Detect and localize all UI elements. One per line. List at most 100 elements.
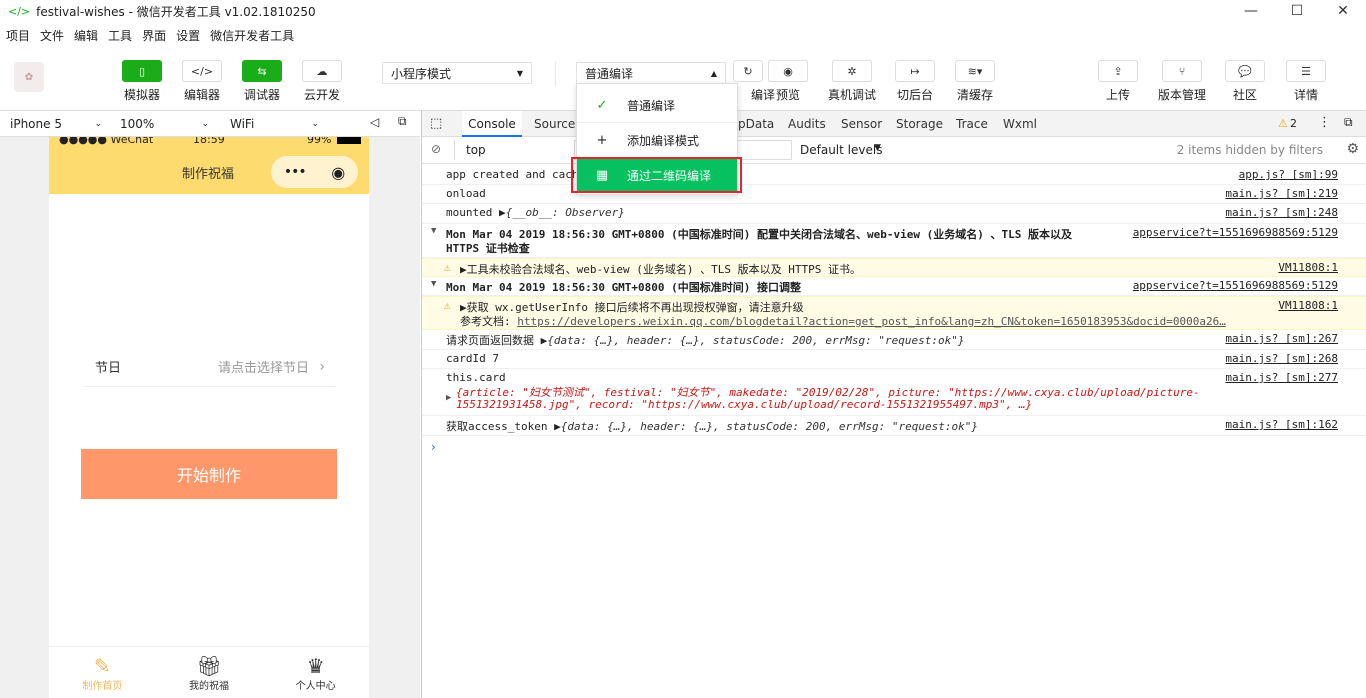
kebab-menu-icon[interactable]: ⋮ bbox=[1318, 115, 1331, 130]
battery-text: 99% bbox=[307, 137, 332, 146]
cloud-button[interactable]: ☁ 云开发 bbox=[292, 60, 352, 103]
community-button[interactable]: 💬 社区 bbox=[1215, 60, 1275, 103]
warning-count: 2 bbox=[1290, 117, 1297, 130]
menu-project[interactable]: 项目 bbox=[6, 27, 30, 44]
minimize-icon[interactable]: — bbox=[1228, 0, 1274, 22]
phone-icon: ▯ bbox=[122, 60, 162, 82]
expand-triangle-icon[interactable]: ▶ bbox=[446, 393, 451, 403]
maximize-icon[interactable]: ☐ bbox=[1274, 0, 1320, 22]
version-button[interactable]: ⑂ 版本管理 bbox=[1152, 60, 1212, 103]
debugger-button[interactable]: ⇆ 调试器 bbox=[232, 60, 292, 103]
battery-icon bbox=[337, 137, 361, 144]
console-prompt-icon[interactable]: › bbox=[431, 440, 436, 454]
device-bar: iPhone 5 ⌄ 100% ⌄ WiFi ⌄ ◁ ⧉ bbox=[0, 110, 420, 137]
festival-placeholder: 请点击选择节日 bbox=[217, 361, 309, 376]
console-row: 请求页面返回数据 ▶{data: {…}, header: {…}, statu… bbox=[422, 330, 1366, 350]
console-group-row[interactable]: ▼ Mon Mar 04 2019 18:56:30 GMT+0800 (中国标… bbox=[422, 277, 1366, 296]
levels-select[interactable]: Default levels bbox=[800, 143, 882, 157]
more-icon[interactable]: ••• bbox=[284, 164, 307, 180]
editor-button[interactable]: </> 编辑器 bbox=[172, 60, 232, 103]
chat-icon: 💬 bbox=[1225, 60, 1265, 82]
plus-icon: + bbox=[596, 132, 608, 148]
window-title: festival-wishes - 微信开发者工具 v1.02.1810250 bbox=[36, 4, 316, 19]
tab-storage[interactable]: Storage bbox=[896, 111, 943, 137]
chevron-down-icon: ⌄ bbox=[311, 119, 319, 129]
devtools-panel: ⬚ Console Sources pData Audits Sensor St… bbox=[421, 110, 1366, 698]
tab-console[interactable]: Console bbox=[462, 111, 522, 137]
inspect-icon[interactable]: ⬚ bbox=[430, 116, 442, 131]
details-button[interactable]: ☰ 详情 bbox=[1276, 60, 1336, 103]
console-row: cardId 7 main.js? [sm]:268 bbox=[422, 350, 1366, 369]
background-button[interactable]: ↦ 切后台 bbox=[885, 60, 945, 103]
mode-select[interactable]: 小程序模式 ▼ bbox=[382, 62, 532, 84]
warning-icon: ⚠ bbox=[444, 261, 451, 274]
zoom-select[interactable]: 100% ⌄ bbox=[110, 114, 215, 134]
tab-appdata[interactable]: pData bbox=[738, 111, 774, 137]
edit-icon: ✎ bbox=[93, 654, 111, 678]
warning-icon[interactable]: ⚠ bbox=[1278, 117, 1288, 130]
tab-my-wishes[interactable]: 🎁︎ 我的祝福 bbox=[156, 647, 263, 698]
expand-triangle-icon[interactable]: ▼ bbox=[431, 279, 436, 289]
menu-bar: 项目 文件 编辑 工具 界面 设置 微信开发者工具 bbox=[0, 24, 304, 46]
docs-link[interactable]: https://developers.weixin.qq.com/blogdet… bbox=[517, 315, 1226, 328]
console-group-row[interactable]: ▼ Mon Mar 04 2019 18:56:30 GMT+0800 (中国标… bbox=[422, 224, 1366, 258]
tab-profile[interactable]: ♛ 个人中心 bbox=[262, 647, 369, 698]
close-icon[interactable]: ✕ bbox=[1320, 0, 1366, 22]
layers-icon: ≋▾ bbox=[955, 60, 995, 82]
tab-audits[interactable]: Audits bbox=[788, 111, 826, 137]
preview-button[interactable]: ◉ 预览 bbox=[758, 60, 818, 103]
menu-settings[interactable]: 设置 bbox=[176, 27, 200, 44]
phone-screen: ●●●●● WeChat 18:59 99% 制作祝福 ••• ◉ 节日 请点击… bbox=[49, 137, 369, 698]
capsule-button[interactable]: ••• ◉ bbox=[271, 156, 358, 188]
gear-icon[interactable]: ⚙ bbox=[1346, 141, 1359, 157]
dropdown-item-add-mode[interactable]: + 添加编译模式 bbox=[577, 123, 737, 157]
simulator-button[interactable]: ▯ 模拟器 bbox=[112, 60, 172, 103]
eye-icon: ◉ bbox=[768, 60, 808, 82]
volume-icon[interactable]: ◁ bbox=[370, 115, 379, 129]
clear-cache-button[interactable]: ≋▾ 清缓存 bbox=[945, 60, 1005, 103]
menu-file[interactable]: 文件 bbox=[40, 27, 64, 44]
avatar[interactable]: ✿ bbox=[14, 62, 44, 92]
branch-icon: ⑂ bbox=[1162, 60, 1202, 82]
chevron-down-icon: ⌄ bbox=[94, 119, 102, 129]
tab-sources[interactable]: Sources bbox=[534, 111, 581, 137]
start-button[interactable]: 开始制作 bbox=[81, 449, 337, 499]
menu-wechat-devtools[interactable]: 微信开发者工具 bbox=[210, 27, 294, 44]
dock-icon[interactable]: ⧉ bbox=[1344, 115, 1353, 130]
highlight-box bbox=[571, 157, 742, 193]
status-time: 18:59 bbox=[193, 137, 225, 146]
tab-home[interactable]: ✎ 制作首页 bbox=[49, 647, 156, 698]
chevron-down-icon: ⌄ bbox=[201, 119, 209, 129]
chevron-down-icon: ▼ bbox=[516, 68, 523, 78]
tab-bar: ✎ 制作首页 🎁︎ 我的祝福 ♛ 个人中心 bbox=[49, 646, 369, 698]
menu-edit[interactable]: 编辑 bbox=[74, 27, 98, 44]
dropdown-item-normal-compile[interactable]: ✓ 普通编译 bbox=[577, 88, 737, 122]
menu-view[interactable]: 界面 bbox=[142, 27, 166, 44]
tab-trace[interactable]: Trace bbox=[956, 111, 988, 137]
tab-sensor[interactable]: Sensor bbox=[841, 111, 882, 137]
remote-debug-button[interactable]: ✲ 真机调试 bbox=[822, 60, 882, 103]
festival-picker[interactable]: 节日 请点击选择节日 › bbox=[83, 347, 335, 387]
crown-icon: ♛ bbox=[306, 654, 325, 678]
upload-button[interactable]: ⇪ 上传 bbox=[1088, 60, 1148, 103]
check-icon: ✓ bbox=[596, 97, 608, 113]
console-filter-bar: ⊘ top Default levels ▼ 2 items hidden by… bbox=[422, 137, 1366, 164]
menu-tools[interactable]: 工具 bbox=[108, 27, 132, 44]
festival-label: 节日 bbox=[95, 361, 122, 376]
clear-console-icon[interactable]: ⊘ bbox=[431, 142, 441, 156]
chevron-right-icon: › bbox=[319, 358, 325, 375]
title-bar: </> festival-wishes - 微信开发者工具 v1.02.1810… bbox=[0, 0, 1366, 22]
chevron-down-icon: ▼ bbox=[874, 143, 881, 153]
device-select[interactable]: iPhone 5 ⌄ bbox=[0, 114, 108, 134]
devtools-tabs: ⬚ Console Sources pData Audits Sensor St… bbox=[422, 110, 1366, 137]
close-circle-icon[interactable]: ◉ bbox=[331, 163, 345, 182]
menu-icon: ☰ bbox=[1286, 60, 1326, 82]
tab-wxml[interactable]: Wxml bbox=[1003, 111, 1037, 137]
context-select[interactable]: top bbox=[466, 143, 486, 157]
expand-triangle-icon[interactable]: ▼ bbox=[431, 226, 436, 236]
code-icon: </> bbox=[182, 60, 222, 82]
network-select[interactable]: WiFi ⌄ bbox=[220, 114, 325, 134]
popout-icon[interactable]: ⧉ bbox=[398, 114, 407, 129]
compile-select[interactable]: 普通编译 ▲ bbox=[576, 62, 726, 84]
console-row: app created and cach app.js? [sm]:99 bbox=[422, 166, 1366, 185]
